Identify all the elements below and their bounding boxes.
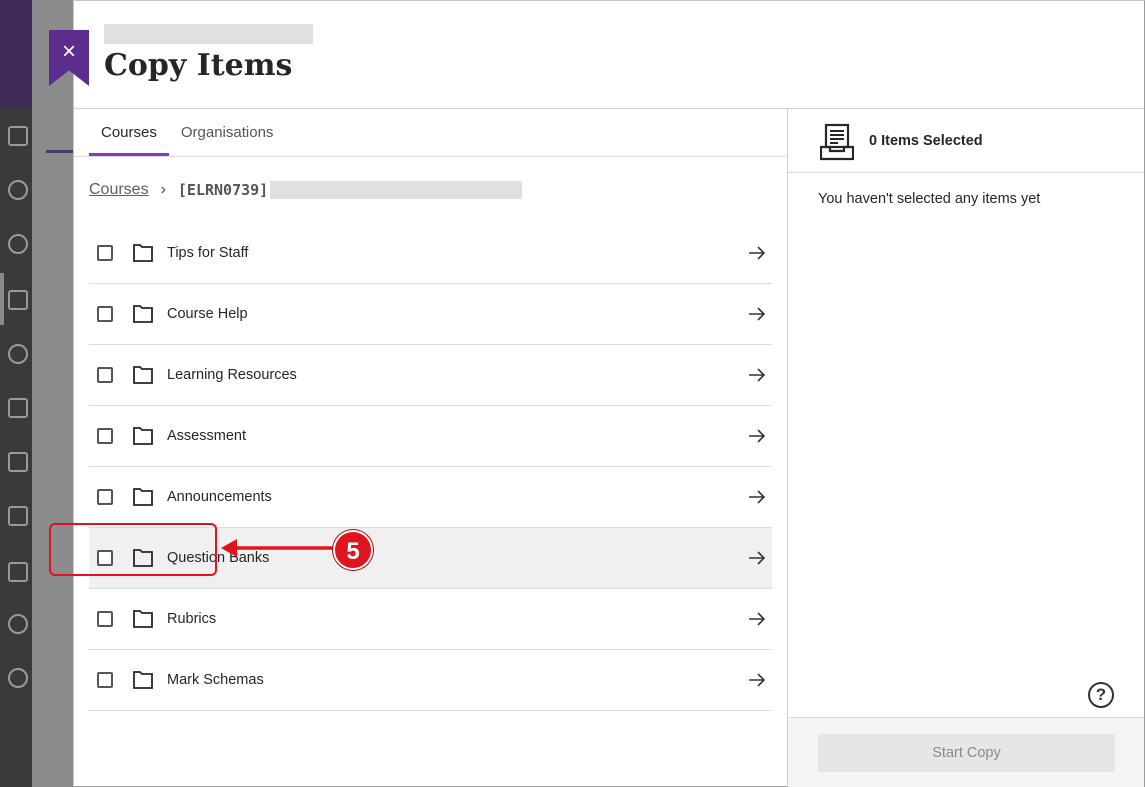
breadcrumb: Courses › [ELRN0739] <box>89 181 523 199</box>
courses-icon <box>8 290 28 310</box>
arrow-right-icon[interactable] <box>748 611 766 627</box>
item-checkbox[interactable] <box>97 306 113 322</box>
groups-icon <box>8 344 28 364</box>
item-label: Tips for Staff <box>167 245 249 261</box>
folder-icon <box>133 305 153 323</box>
list-item[interactable]: Assessment <box>89 406 772 467</box>
list-item[interactable]: Announcements <box>89 467 772 528</box>
source-tabs: Courses Organisations <box>89 109 285 157</box>
arrow-right-icon[interactable] <box>748 367 766 383</box>
profile-icon <box>8 180 28 200</box>
background-tab-indicator <box>46 150 74 153</box>
annotation-highlight <box>49 523 217 576</box>
item-label: Mark Schemas <box>167 672 264 688</box>
arrow-right-icon[interactable] <box>748 672 766 688</box>
list-item[interactable]: Rubrics <box>89 589 772 650</box>
tools-icon <box>8 614 28 634</box>
panel-header: Copy Items <box>74 1 1144 109</box>
item-checkbox[interactable] <box>97 611 113 627</box>
folder-icon <box>133 488 153 506</box>
arrow-right-icon[interactable] <box>748 489 766 505</box>
item-label: Learning Resources <box>167 367 297 383</box>
background-logo <box>0 0 32 108</box>
item-browser: Courses Organisations Courses › [ELRN073… <box>74 109 787 787</box>
folder-icon <box>133 366 153 384</box>
item-checkbox[interactable] <box>97 428 113 444</box>
redacted-course-title <box>270 181 523 199</box>
signout-icon <box>8 668 28 688</box>
breadcrumb-current: [ELRN0739] <box>177 181 269 199</box>
tabs-divider <box>74 156 787 157</box>
messages-icon <box>8 452 28 472</box>
grades-icon <box>8 506 28 526</box>
arrow-right-icon[interactable] <box>748 306 766 322</box>
folder-icon <box>133 427 153 445</box>
chevron-right-icon: › <box>160 181 166 198</box>
item-checkbox[interactable] <box>97 245 113 261</box>
start-copy-button[interactable]: Start Copy <box>818 734 1115 772</box>
folder-icon <box>133 244 153 262</box>
panel-footer: Start Copy <box>788 717 1144 787</box>
item-label: Assessment <box>167 428 246 444</box>
edit-icon <box>8 562 28 582</box>
tab-organisations[interactable]: Organisations <box>169 109 286 157</box>
annotation-arrow <box>221 539 337 557</box>
item-checkbox[interactable] <box>97 489 113 505</box>
clipboard-list-icon <box>820 123 854 161</box>
item-label: Announcements <box>167 489 272 505</box>
arrow-right-icon[interactable] <box>748 550 766 566</box>
item-label: Course Help <box>167 306 248 322</box>
list-item[interactable]: Learning Resources <box>89 345 772 406</box>
list-item[interactable]: Mark Schemas <box>89 650 772 711</box>
globe-icon <box>8 234 28 254</box>
copy-items-panel: Copy Items Courses Organisations Courses… <box>73 0 1145 787</box>
arrow-right-icon[interactable] <box>748 428 766 444</box>
background-active-indicator <box>0 273 4 325</box>
breadcrumb-courses-link[interactable]: Courses <box>89 181 149 199</box>
arrow-right-icon[interactable] <box>748 245 766 261</box>
selection-panel: 0 Items Selected You haven't selected an… <box>787 109 1144 787</box>
empty-selection-message: You haven't selected any items yet <box>818 191 1041 207</box>
calendar-icon <box>8 398 28 418</box>
background-nav <box>0 0 32 787</box>
list-item[interactable]: Tips for Staff <box>89 223 772 284</box>
item-label: Rubrics <box>167 611 217 627</box>
folder-icon <box>133 671 153 689</box>
list-item[interactable]: Course Help <box>89 284 772 345</box>
tab-courses[interactable]: Courses <box>89 109 169 157</box>
annotation-step-number: 5 <box>333 530 373 570</box>
selected-count: 0 Items Selected <box>869 133 983 149</box>
folder-icon <box>133 610 153 628</box>
help-icon[interactable]: ? <box>1088 682 1114 708</box>
item-checkbox[interactable] <box>97 672 113 688</box>
content-list: Tips for Staff Course Help Learning Reso… <box>89 223 772 711</box>
item-checkbox[interactable] <box>97 367 113 383</box>
page-title: Copy Items <box>104 48 293 83</box>
institution-icon <box>8 126 28 146</box>
background-page <box>32 0 74 787</box>
redacted-course-name <box>104 24 313 44</box>
selection-header: 0 Items Selected <box>788 109 1144 173</box>
